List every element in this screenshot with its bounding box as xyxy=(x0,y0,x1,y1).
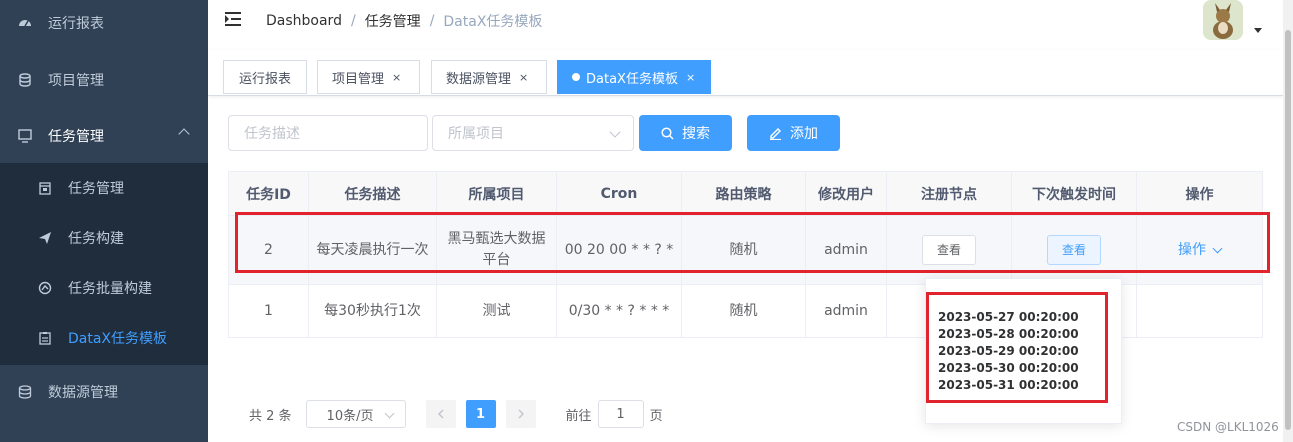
cell-project: 测试 xyxy=(436,284,557,338)
sidebar: 运行报表 项目管理 任务管理 任务管理 任务构建 任务批量构建 DataX任务模… xyxy=(0,0,208,442)
sidebar-item-tasks[interactable]: 任务管理 xyxy=(0,108,208,164)
sidebar-item-datasource[interactable]: 数据源管理 xyxy=(0,364,208,420)
pagination: 共 2 条 10条/页 1 前往 1 页 xyxy=(249,400,663,428)
datasource-icon xyxy=(18,385,32,399)
goto-page: 前往 1 页 xyxy=(566,400,663,428)
sidebar-subitem-label: DataX任务模板 xyxy=(68,331,168,347)
monitor-icon xyxy=(18,129,32,143)
submenu: 任务管理 任务构建 任务批量构建 DataX任务模板 xyxy=(0,163,208,365)
search-icon xyxy=(661,126,674,140)
hamburger-icon[interactable] xyxy=(225,12,241,26)
highlight-box-popover xyxy=(926,292,1108,403)
navbar: Dashboard / 任务管理 / DataX任务模板 xyxy=(208,0,1283,50)
edit-icon xyxy=(769,127,782,140)
cell-route: 随机 xyxy=(681,284,806,338)
column-header: 下次触发时间 xyxy=(1011,171,1137,216)
pagination-total: 共 2 条 xyxy=(249,408,292,424)
add-button-label: 添加 xyxy=(790,126,818,142)
chevron-up-icon xyxy=(178,128,190,140)
cell-cron: 0/30 * * ? * * * xyxy=(556,284,682,338)
scrollbar-thumb[interactable] xyxy=(1285,30,1291,430)
close-icon[interactable]: × xyxy=(392,71,401,84)
breadcrumb-separator: / xyxy=(350,13,356,29)
breadcrumb-separator: / xyxy=(429,13,435,29)
chevron-down-icon xyxy=(609,126,621,138)
cell-id: 1 xyxy=(228,284,309,338)
dashboard-icon xyxy=(18,16,32,30)
task-desc-placeholder: 任务描述 xyxy=(244,126,300,142)
goto-suffix: 页 xyxy=(649,408,663,424)
search-button-label: 搜索 xyxy=(682,126,710,142)
project-select[interactable]: 所属项目 xyxy=(432,115,634,151)
column-header: Cron xyxy=(556,171,682,216)
breadcrumb-task-manage[interactable]: 任务管理 xyxy=(365,11,421,31)
prev-page-button[interactable] xyxy=(425,400,456,428)
tag-datasource[interactable]: 数据源管理 × xyxy=(431,60,547,94)
sidebar-item-projects[interactable]: 项目管理 xyxy=(0,52,208,108)
highlight-box-row xyxy=(235,212,1270,273)
sidebar-subitem-label: 任务管理 xyxy=(68,181,124,197)
breadcrumb-dashboard[interactable]: Dashboard xyxy=(266,13,342,29)
page-scrollbar[interactable] xyxy=(1283,0,1293,442)
watermark: CSDN @LKL1026 xyxy=(1177,420,1279,434)
database-icon xyxy=(18,73,32,87)
search-button[interactable]: 搜索 xyxy=(639,115,732,151)
batch-icon xyxy=(38,281,52,295)
sidebar-subitem-task-build[interactable]: 任务构建 xyxy=(0,213,208,263)
tag-label: 运行报表 xyxy=(238,71,291,87)
column-header: 操作 xyxy=(1136,171,1263,216)
cell-desc: 每30秒执行1次 xyxy=(308,284,437,338)
goto-page-input[interactable]: 1 xyxy=(597,400,644,428)
calendar-icon xyxy=(38,181,52,195)
goto-prefix: 前往 xyxy=(565,408,592,424)
chevron-down-icon xyxy=(384,408,394,419)
column-header: 任务ID xyxy=(228,171,309,216)
tags-view: 运行报表 项目管理 × 数据源管理 × DataX任务模板 × xyxy=(208,50,1283,96)
next-page-button[interactable] xyxy=(505,400,536,428)
column-header: 注册节点 xyxy=(886,171,1012,216)
avatar[interactable] xyxy=(1203,0,1243,40)
project-select-placeholder: 所属项目 xyxy=(448,126,504,142)
close-icon[interactable]: × xyxy=(686,71,695,84)
breadcrumb-current: DataX任务模板 xyxy=(443,14,543,30)
column-header: 修改用户 xyxy=(805,171,887,216)
sidebar-item-label: 项目管理 xyxy=(48,73,104,89)
tag-projects[interactable]: 项目管理 × xyxy=(317,60,420,94)
cell-user: admin xyxy=(805,284,887,338)
page-size-select[interactable]: 10条/页 xyxy=(305,400,406,428)
sidebar-subitem-datax-template[interactable]: DataX任务模板 xyxy=(0,313,208,363)
sidebar-item-label: 运行报表 xyxy=(48,16,104,32)
clipboard-icon xyxy=(38,331,52,345)
column-header: 路由策略 xyxy=(681,171,806,216)
tag-label: 项目管理 xyxy=(332,71,385,87)
page-size-value: 10条/页 xyxy=(326,408,374,424)
tag-label: 数据源管理 xyxy=(446,71,512,87)
add-button[interactable]: 添加 xyxy=(747,115,840,151)
table-header-row: 任务ID 任务描述 所属项目 Cron 路由策略 修改用户 注册节点 下次触发时… xyxy=(228,171,1263,216)
tag-dashboard[interactable]: 运行报表 xyxy=(223,60,307,94)
active-dot-icon xyxy=(572,73,580,81)
tag-datax-template[interactable]: DataX任务模板 × xyxy=(557,60,711,94)
sidebar-item-dashboard[interactable]: 运行报表 xyxy=(0,0,208,51)
sidebar-subitem-label: 任务批量构建 xyxy=(68,281,152,297)
column-header: 所属项目 xyxy=(436,171,557,216)
task-desc-input[interactable]: 任务描述 xyxy=(228,115,428,151)
sidebar-subitem-label: 任务构建 xyxy=(68,231,124,247)
column-header: 任务描述 xyxy=(308,171,437,216)
sidebar-subitem-batch-build[interactable]: 任务批量构建 xyxy=(0,263,208,313)
breadcrumb: Dashboard / 任务管理 / DataX任务模板 xyxy=(266,11,542,31)
page-number-current[interactable]: 1 xyxy=(465,400,496,428)
cell-op xyxy=(1136,284,1263,338)
sidebar-item-label: 数据源管理 xyxy=(48,385,118,401)
tag-label: DataX任务模板 xyxy=(586,71,678,87)
sidebar-subitem-task-manage[interactable]: 任务管理 xyxy=(0,163,208,213)
send-icon xyxy=(38,231,52,245)
sidebar-item-label: 任务管理 xyxy=(48,129,104,145)
caret-down-icon[interactable] xyxy=(1254,28,1262,33)
close-icon[interactable]: × xyxy=(519,71,528,84)
